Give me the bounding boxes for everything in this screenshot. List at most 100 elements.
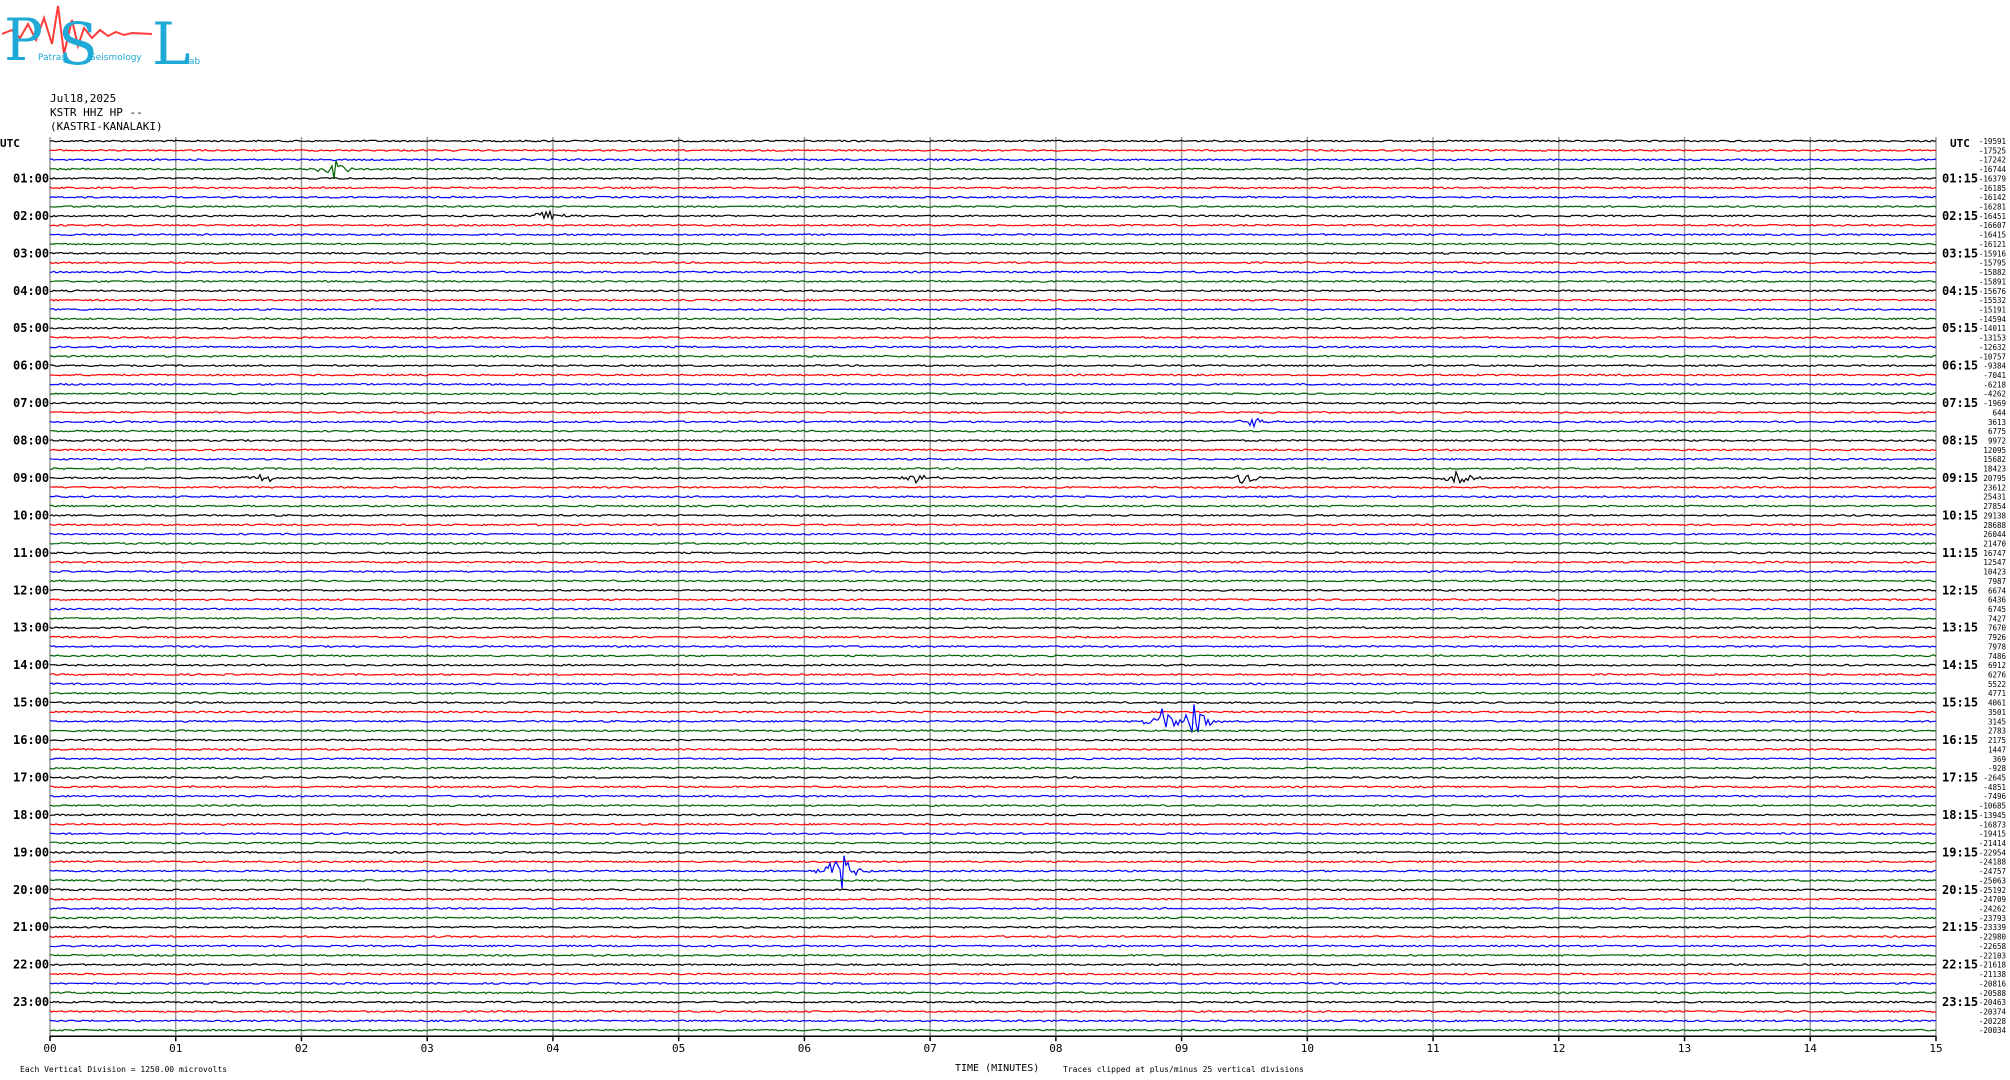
trace-row [49,663,1937,667]
row-offset-label: 27854 [1983,502,2006,511]
row-offset-label: -24709 [1979,895,2006,904]
row-offset-label: -25192 [1979,886,2006,895]
x-tick-label: 06 [798,1042,811,1055]
x-tick-label: 14 [1804,1042,1818,1055]
x-tick-label: 15 [1929,1042,1942,1055]
row-offset-label: 2783 [1988,727,2006,736]
right-hour-label: 14:15 [1942,658,1978,672]
trace-row [49,485,1937,489]
trace-row [49,906,1937,911]
left-hour-label: 04:00 [13,284,49,298]
left-hour-labels: 01:00 02:00 03:00 04:00 05:00 06:00 07:00 08:00… [13,171,49,1009]
trace-row [49,560,1937,564]
row-offset-label: 25431 [1983,493,2006,502]
right-hour-label: 16:15 [1942,733,1978,747]
row-offset-label: 21470 [1983,539,2006,548]
trace-row [49,176,1936,180]
row-offset-label: -14594 [1979,315,2007,324]
left-hour-label: 07:00 [13,396,49,410]
trace-row [49,401,1937,405]
trace-row [49,139,1937,143]
x-tick-label: 01 [169,1042,182,1055]
row-offset-label: -15916 [1979,249,2007,258]
row-offset-label: 7926 [1988,633,2007,642]
left-hour-label: 03:00 [13,246,49,260]
trace-row [49,704,1937,733]
row-offset-label: -15795 [1979,259,2006,268]
trace-row [49,635,1937,639]
left-hour-label: 12:00 [13,583,49,597]
row-offset-label: -24757 [1979,867,2006,876]
trace-row [49,850,1937,854]
x-tick-label: 10 [1301,1042,1314,1055]
left-hour-label: 09:00 [13,471,49,485]
footer-clip-note: Traces clipped at plus/minus 25 vertical… [1063,1065,1304,1074]
row-offset-label: -24262 [1979,905,2006,914]
trace-row [50,317,1937,321]
right-hour-label: 06:15 [1942,359,1978,373]
trace-row [49,729,1937,733]
trace-row [49,794,1937,798]
trace-row [49,532,1937,536]
right-hour-label: 02:15 [1942,209,1978,223]
trace-row [49,261,1937,265]
right-hour-label: 05:15 [1942,321,1978,335]
utc-label-right: UTC [1950,137,1970,150]
row-offset-label: -1969 [1983,399,2006,408]
trace-row [49,469,1936,485]
row-offset-label: -16607 [1979,221,2006,230]
trace-row [49,916,1937,920]
x-tick-label: 04 [546,1042,560,1055]
row-offset-label: -16121 [1979,240,2006,249]
left-hour-label: 02:00 [13,209,49,223]
row-offset-label: -19591 [1979,137,2006,146]
row-offset-label: -16744 [1979,165,2007,174]
x-axis-title: TIME (MINUTES) [955,1063,1040,1074]
right-hour-label: 03:15 [1942,246,1978,260]
right-hour-label: 13:15 [1942,621,1978,635]
row-offset-label: -21138 [1979,970,2007,979]
trace-row [49,448,1937,452]
trace-row [49,541,1937,546]
row-offset-label: 29138 [1983,511,2006,520]
trace-row [49,813,1937,817]
left-hour-label: 19:00 [13,845,49,859]
trace-row [49,373,1937,377]
trace-row [49,841,1937,845]
trace-row [49,233,1937,237]
trace-row [49,298,1937,302]
row-offset-label: -20816 [1979,979,2007,988]
row-offset-label: -21414 [1979,839,2007,848]
row-offset-label: -22980 [1979,933,2007,942]
trace-row [49,925,1936,929]
row-offset-label: -17525 [1979,146,2006,155]
trace-row [49,392,1936,396]
x-tick-label: 03 [421,1042,434,1055]
trace-row [49,270,1937,274]
right-hour-label: 15:15 [1942,696,1978,710]
row-offset-label: -15676 [1979,287,2007,296]
row-offset-labels: -19591-17525-17242-16744-16379-16185-161… [1979,137,2007,1035]
row-offset-label: -4262 [1983,390,2006,399]
trace-row [49,354,1937,358]
trace-row [49,822,1937,826]
row-offset-label: 7670 [1988,624,2007,633]
row-offset-label: 9972 [1988,437,2006,446]
row-offset-label: 4061 [1988,699,2006,708]
row-offset-label: -23793 [1979,914,2006,923]
row-offset-label: 6745 [1988,605,2006,614]
row-offset-label: -22103 [1979,951,2006,960]
trace-row [49,1000,1937,1004]
right-hour-label: 17:15 [1942,770,1978,784]
trace-row [49,785,1937,789]
right-hour-label: 21:15 [1942,920,1978,934]
row-offset-label: -16379 [1979,174,2006,183]
row-offset-label: 6436 [1988,596,2007,605]
trace-row [49,682,1937,686]
right-hour-label: 19:15 [1942,845,1978,859]
trace-row [49,513,1937,517]
trace-row [49,672,1937,677]
trace-row [49,570,1937,574]
row-offset-label: 7987 [1988,577,2006,586]
left-hour-label: 18:00 [13,808,49,822]
